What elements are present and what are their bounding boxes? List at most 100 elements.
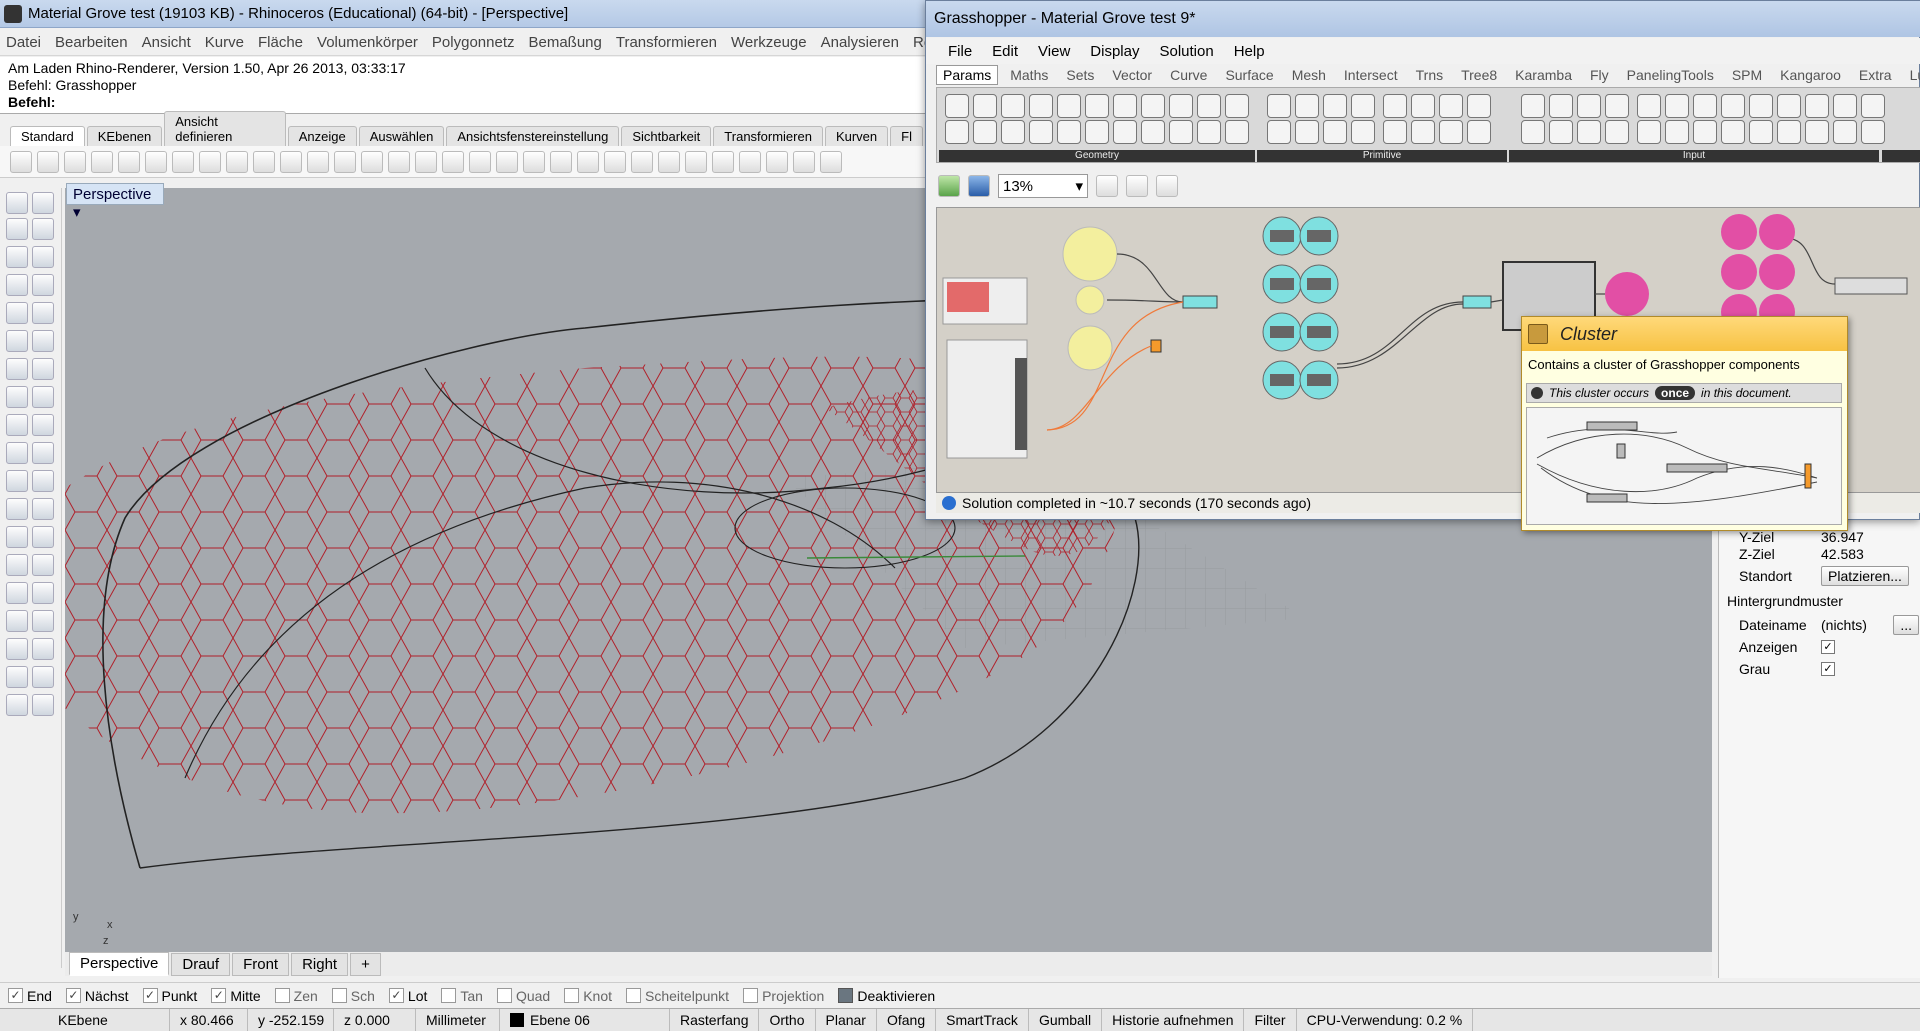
ribbon-component-icon[interactable] bbox=[973, 120, 997, 144]
gh-component[interactable] bbox=[1834, 277, 1908, 295]
ribbon-component-icon[interactable] bbox=[1029, 94, 1053, 118]
ribbon-component-icon[interactable] bbox=[973, 94, 997, 118]
ribbon-component-icon[interactable] bbox=[1521, 120, 1545, 144]
ribbon-component-icon[interactable] bbox=[1113, 94, 1137, 118]
gh-tab-lunchbox[interactable]: LunchBox bbox=[1910, 67, 1920, 83]
osnap-knot[interactable]: Knot bbox=[564, 988, 612, 1004]
ribbon-component-icon[interactable] bbox=[1749, 94, 1773, 118]
ribbon-component-icon[interactable] bbox=[1693, 120, 1717, 144]
mesh-icon[interactable] bbox=[32, 414, 54, 436]
osnap-checkbox[interactable]: ✓ bbox=[8, 988, 23, 1003]
ribbon-component-icon[interactable] bbox=[1267, 120, 1291, 144]
ribbon-component-icon[interactable] bbox=[1833, 120, 1857, 144]
spotlight-icon[interactable] bbox=[32, 694, 54, 716]
ribbon-component-icon[interactable] bbox=[1169, 120, 1193, 144]
ribbon-component-icon[interactable] bbox=[1001, 94, 1025, 118]
gh-tab-sets[interactable]: Sets bbox=[1066, 67, 1094, 83]
ribbon-component-icon[interactable] bbox=[1169, 94, 1193, 118]
osnap-mitte[interactable]: ✓ Mitte bbox=[211, 988, 261, 1004]
tab-ansichtsfenstereinstellung[interactable]: Ansichtsfenstereinstellung bbox=[446, 126, 620, 146]
vtab-drauf[interactable]: Drauf bbox=[171, 952, 231, 976]
ribbon-component-icon[interactable] bbox=[1577, 120, 1601, 144]
add-viewport-tab-button[interactable]: + bbox=[350, 952, 381, 976]
box-icon[interactable] bbox=[6, 386, 28, 408]
menu-flaeche[interactable]: Fläche bbox=[258, 34, 303, 51]
gh-tab-karamba[interactable]: Karamba bbox=[1515, 67, 1572, 83]
gh-menu-display[interactable]: Display bbox=[1090, 43, 1139, 60]
gh-node-magenta[interactable] bbox=[1721, 214, 1757, 250]
osnap-punkt[interactable]: ✓ Punkt bbox=[142, 988, 197, 1004]
status-toggle-2[interactable]: Planar bbox=[816, 1009, 877, 1031]
dimension-icon[interactable] bbox=[793, 150, 815, 173]
dimension-tool-icon[interactable] bbox=[32, 582, 54, 604]
gh-tab-maths[interactable]: Maths bbox=[1010, 67, 1048, 83]
menu-polygonnetz[interactable]: Polygonnetz bbox=[432, 34, 515, 51]
osnap-projektion[interactable]: Projektion bbox=[743, 988, 824, 1004]
ribbon-component-icon[interactable] bbox=[1577, 94, 1601, 118]
copy-icon[interactable] bbox=[172, 150, 194, 173]
status-layer-label[interactable]: KEbene bbox=[0, 1009, 170, 1031]
ribbon-component-icon[interactable] bbox=[1323, 120, 1347, 144]
arc-icon[interactable] bbox=[6, 302, 28, 324]
tab-flaechen[interactable]: Fl bbox=[890, 126, 923, 146]
undo-icon[interactable] bbox=[226, 150, 248, 173]
cylinder-icon[interactable] bbox=[6, 414, 28, 436]
anzeigen-checkbox[interactable]: ✓ bbox=[1821, 640, 1835, 654]
menu-bemassung[interactable]: Bemaßung bbox=[528, 34, 601, 51]
osnap-deaktivieren[interactable]: Deaktivieren bbox=[838, 988, 935, 1004]
osnap-checkbox[interactable] bbox=[274, 988, 290, 1003]
trim-icon[interactable] bbox=[6, 470, 28, 492]
polygon-icon[interactable] bbox=[6, 330, 28, 352]
menu-bearbeiten[interactable]: Bearbeiten bbox=[55, 34, 128, 51]
ribbon-component-icon[interactable] bbox=[1665, 120, 1689, 144]
vtab-right[interactable]: Right bbox=[291, 952, 349, 976]
gh-menu-file[interactable]: File bbox=[948, 43, 972, 60]
text-icon[interactable] bbox=[6, 442, 28, 464]
zoom-extents-icon[interactable] bbox=[1096, 175, 1118, 197]
gh-tab-params[interactable]: Params bbox=[936, 65, 999, 85]
print-icon[interactable] bbox=[91, 150, 113, 173]
surface-icon[interactable] bbox=[6, 358, 28, 380]
gh-tab-kangaroo[interactable]: Kangaroo bbox=[1780, 67, 1841, 83]
ribbon-component-icon[interactable] bbox=[1637, 120, 1661, 144]
status-toggle-4[interactable]: SmartTrack bbox=[936, 1009, 1029, 1031]
vtab-perspective[interactable]: Perspective bbox=[69, 952, 170, 976]
osnap-checkbox[interactable]: ✓ bbox=[65, 988, 81, 1003]
ribbon-component-icon[interactable] bbox=[1721, 94, 1745, 118]
gh-tab-fly[interactable]: Fly bbox=[1590, 67, 1609, 83]
ribbon-component-icon[interactable] bbox=[1197, 94, 1221, 118]
array-icon[interactable] bbox=[6, 638, 28, 660]
ribbon-component-icon[interactable] bbox=[1439, 94, 1463, 118]
ribbon-component-icon[interactable] bbox=[1693, 94, 1717, 118]
ribbon-component-icon[interactable] bbox=[1225, 120, 1249, 144]
ribbon-component-icon[interactable] bbox=[1141, 94, 1165, 118]
osnap-checkbox[interactable]: ✓ bbox=[142, 988, 158, 1003]
four-views-icon[interactable] bbox=[415, 150, 437, 173]
ribbon-component-icon[interactable] bbox=[1351, 94, 1375, 118]
help-icon[interactable] bbox=[820, 150, 842, 173]
render-settings-icon[interactable] bbox=[739, 150, 761, 173]
shaded-sphere-icon[interactable] bbox=[658, 150, 680, 173]
tab-kebenen[interactable]: KEbenen bbox=[86, 126, 163, 146]
osnap-checkbox[interactable]: ✓ bbox=[211, 988, 227, 1003]
snap-icon[interactable] bbox=[469, 150, 491, 173]
menu-kurve[interactable]: Kurve bbox=[205, 34, 244, 51]
ribbon-component-icon[interactable] bbox=[1777, 120, 1801, 144]
ribbon-component-icon[interactable] bbox=[1605, 94, 1629, 118]
gh-node-yellow[interactable] bbox=[1067, 325, 1113, 371]
gh-menu-view[interactable]: View bbox=[1038, 43, 1070, 60]
ribbon-component-icon[interactable] bbox=[1057, 120, 1081, 144]
ribbon-component-icon[interactable] bbox=[1001, 120, 1025, 144]
status-toggle-7[interactable]: Filter bbox=[1244, 1009, 1297, 1031]
gh-tab-tree8[interactable]: Tree8 bbox=[1461, 67, 1497, 83]
osnap-nächst[interactable]: ✓ Nächst bbox=[65, 988, 129, 1004]
ribbon-component-icon[interactable] bbox=[1383, 120, 1407, 144]
tab-sichtbarkeit[interactable]: Sichtbarkeit bbox=[621, 126, 712, 146]
ribbon-component-icon[interactable] bbox=[1721, 120, 1745, 144]
ribbon-component-icon[interactable] bbox=[1665, 94, 1689, 118]
ribbon-component-icon[interactable] bbox=[1805, 120, 1829, 144]
boolean-icon[interactable] bbox=[32, 386, 54, 408]
circle-icon[interactable] bbox=[6, 274, 28, 296]
ribbon-component-icon[interactable] bbox=[1833, 94, 1857, 118]
osnap-checkbox[interactable] bbox=[496, 988, 512, 1003]
